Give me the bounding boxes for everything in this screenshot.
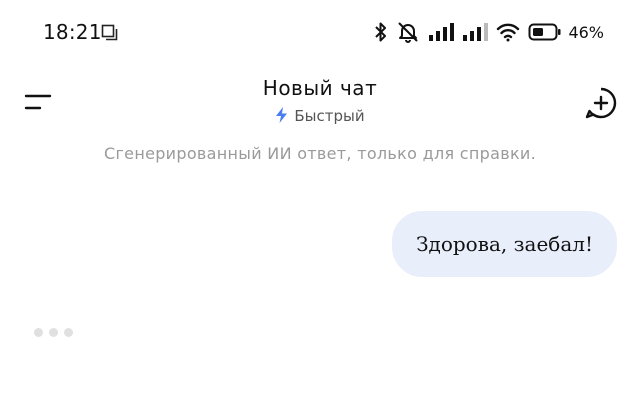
typing-dot [64,328,73,337]
mode-selector[interactable]: Быстрый [0,107,640,125]
chat-header: Новый чат Быстрый [0,66,640,136]
battery-icon [528,23,561,41]
status-time: 18:21 [43,20,102,44]
battery-percent: 46% [568,22,604,42]
new-chat-icon[interactable] [584,86,618,120]
chat-title: Новый чат [262,76,378,100]
muted-bell-icon [398,22,419,43]
user-message-bubble[interactable]: Здорова, заебал! [392,211,617,277]
lightning-icon [276,107,288,123]
typing-dot [34,328,43,337]
typing-dot [49,328,58,337]
ai-disclaimer: Сгенерированный ИИ ответ, только для спр… [104,144,536,163]
wifi-icon [497,23,520,42]
signal-icon-2 [463,23,489,41]
typing-indicator [34,328,73,337]
bluetooth-icon [375,22,387,42]
signal-icon [429,23,455,41]
status-bar: 18:21 46% [0,0,640,66]
status-icons: 46% [374,19,604,45]
screen-record-icon [101,24,118,41]
mode-label: Быстрый [294,107,365,125]
